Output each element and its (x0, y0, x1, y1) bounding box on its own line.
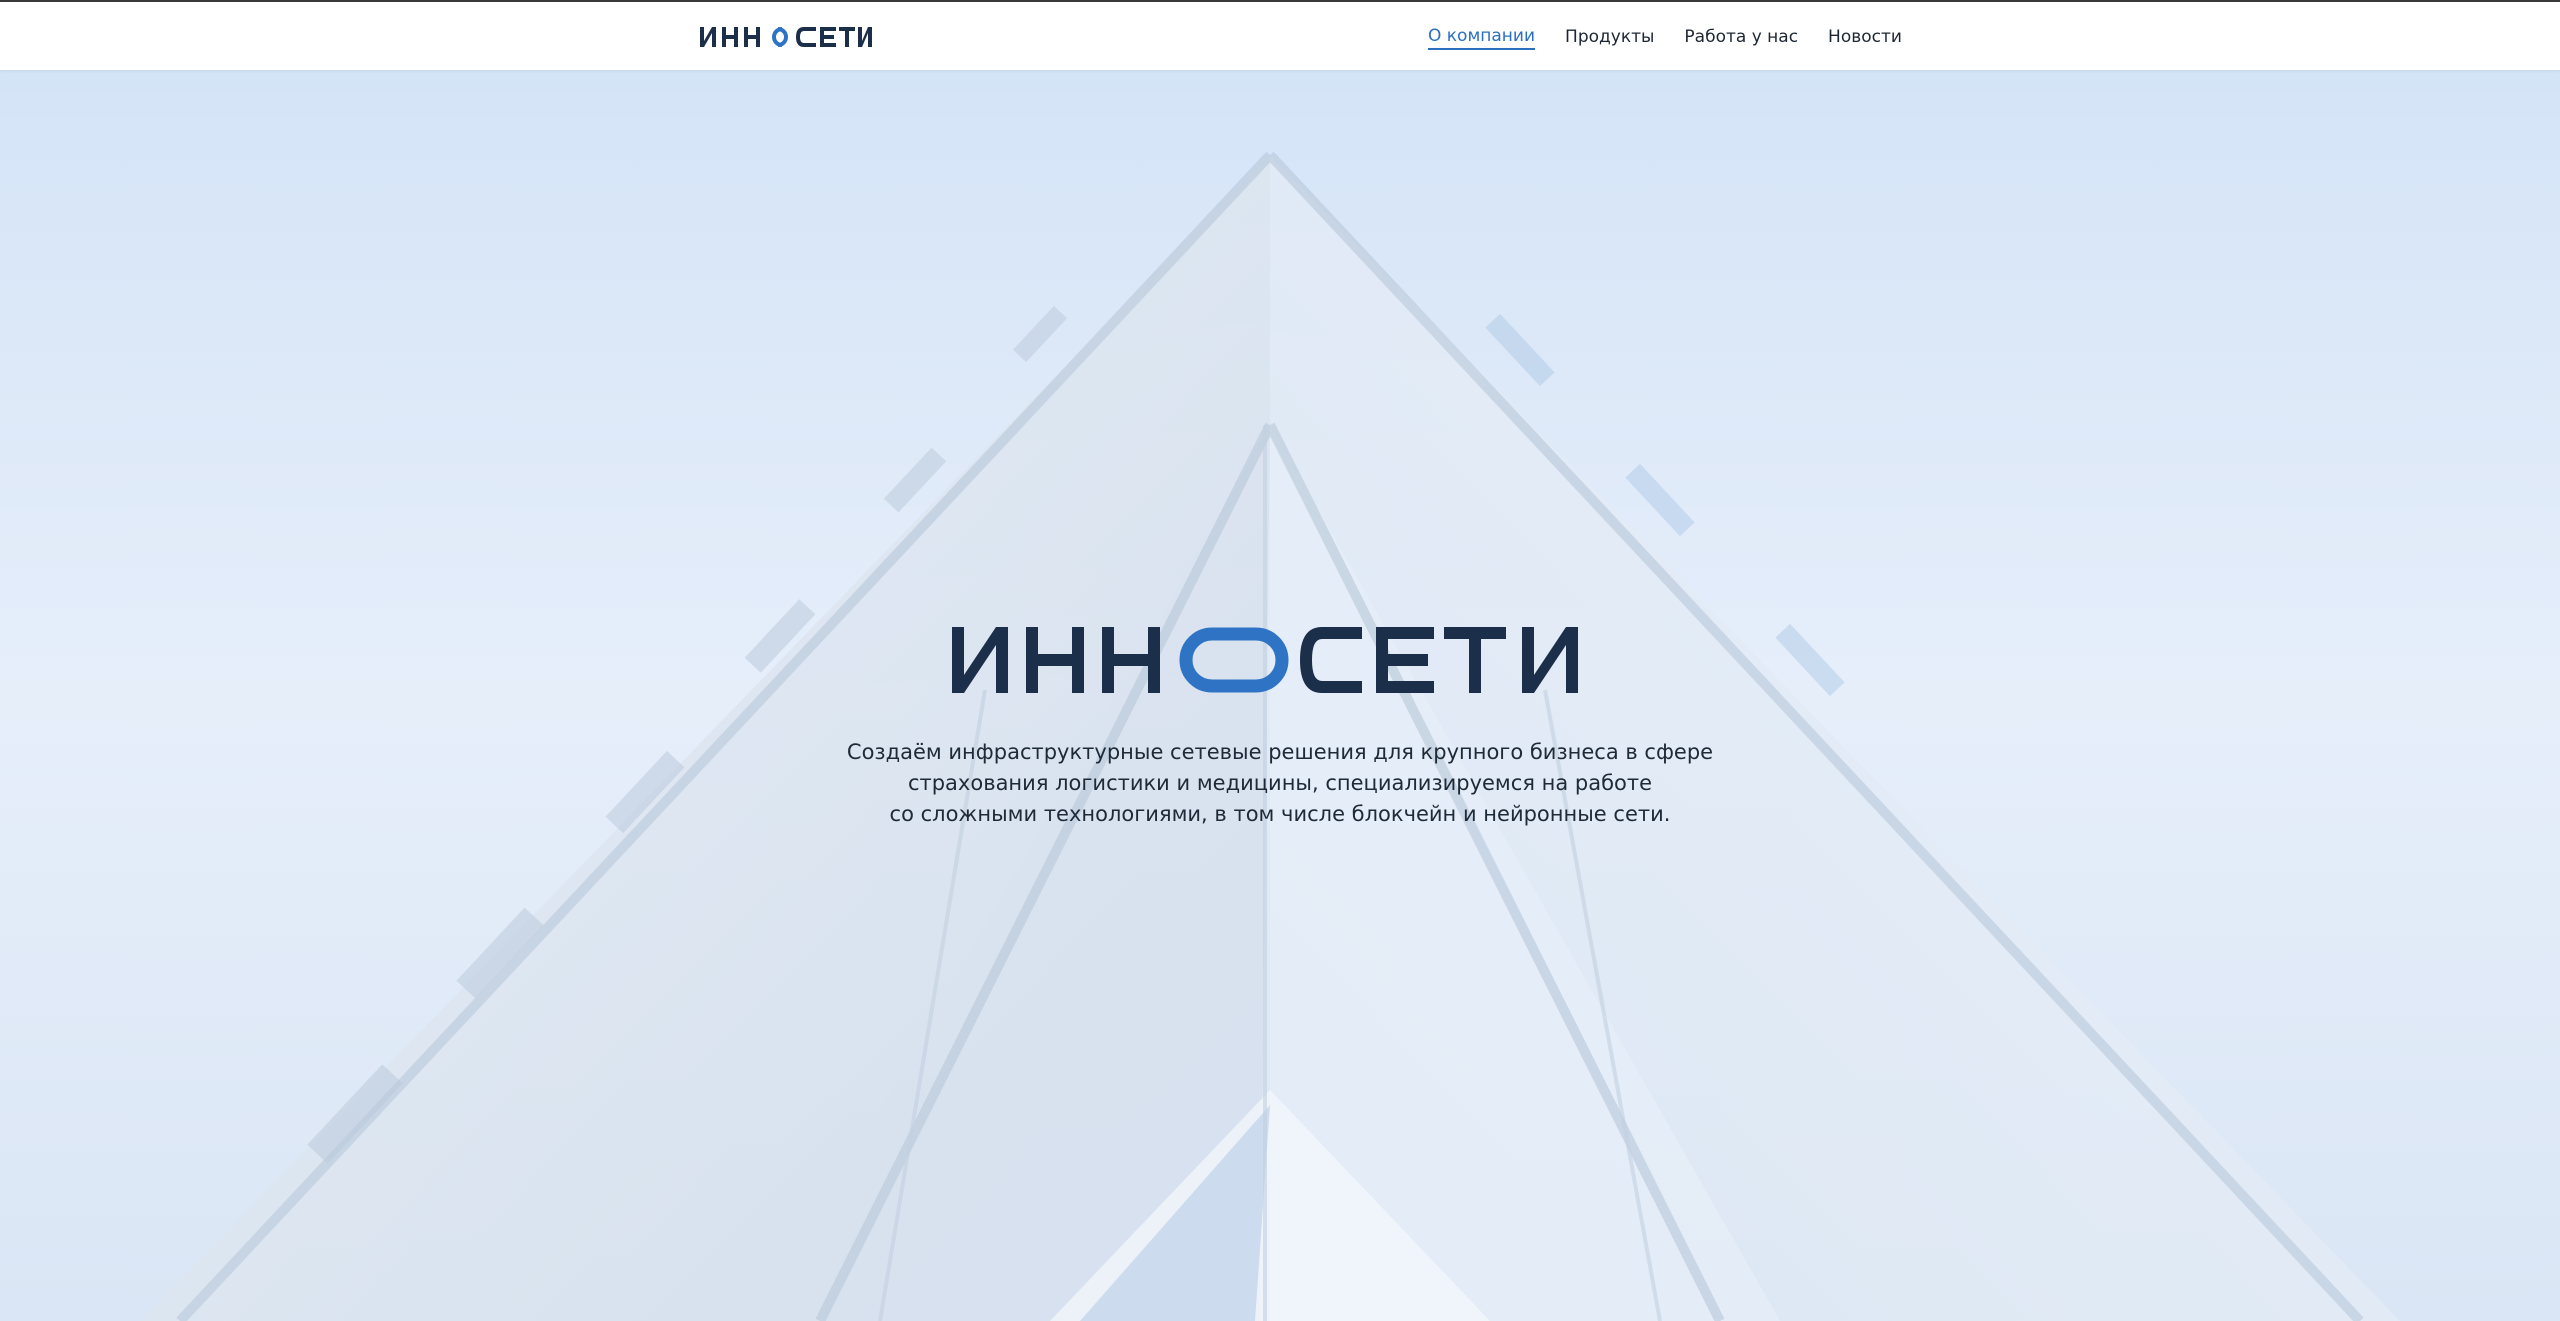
nav-products[interactable]: Продукты (1565, 24, 1654, 50)
main-nav: О компании Продукты Работа у нас Новости (1428, 24, 1932, 50)
header-logo[interactable] (698, 24, 874, 50)
tagline-line-3: со сложными технологиями, в том числе бл… (889, 802, 1671, 826)
tagline-line-2: страхования логистики и медицины, специа… (907, 771, 1653, 795)
hero-logo (952, 627, 1578, 693)
site-header: О компании Продукты Работа у нас Новости (0, 2, 2560, 70)
tagline-line-1: Создаём инфраструктурные сетевые решения… (846, 740, 1714, 764)
nav-careers[interactable]: Работа у нас (1684, 24, 1798, 50)
nav-about[interactable]: О компании (1428, 24, 1536, 50)
hero-section: Создаём инфраструктурные сетевые решения… (0, 70, 2560, 1321)
hero-tagline: Создаём инфраструктурные сетевые решения… (780, 737, 1780, 830)
nav-news[interactable]: Новости (1828, 24, 1902, 50)
building-background-image (0, 70, 2560, 1321)
